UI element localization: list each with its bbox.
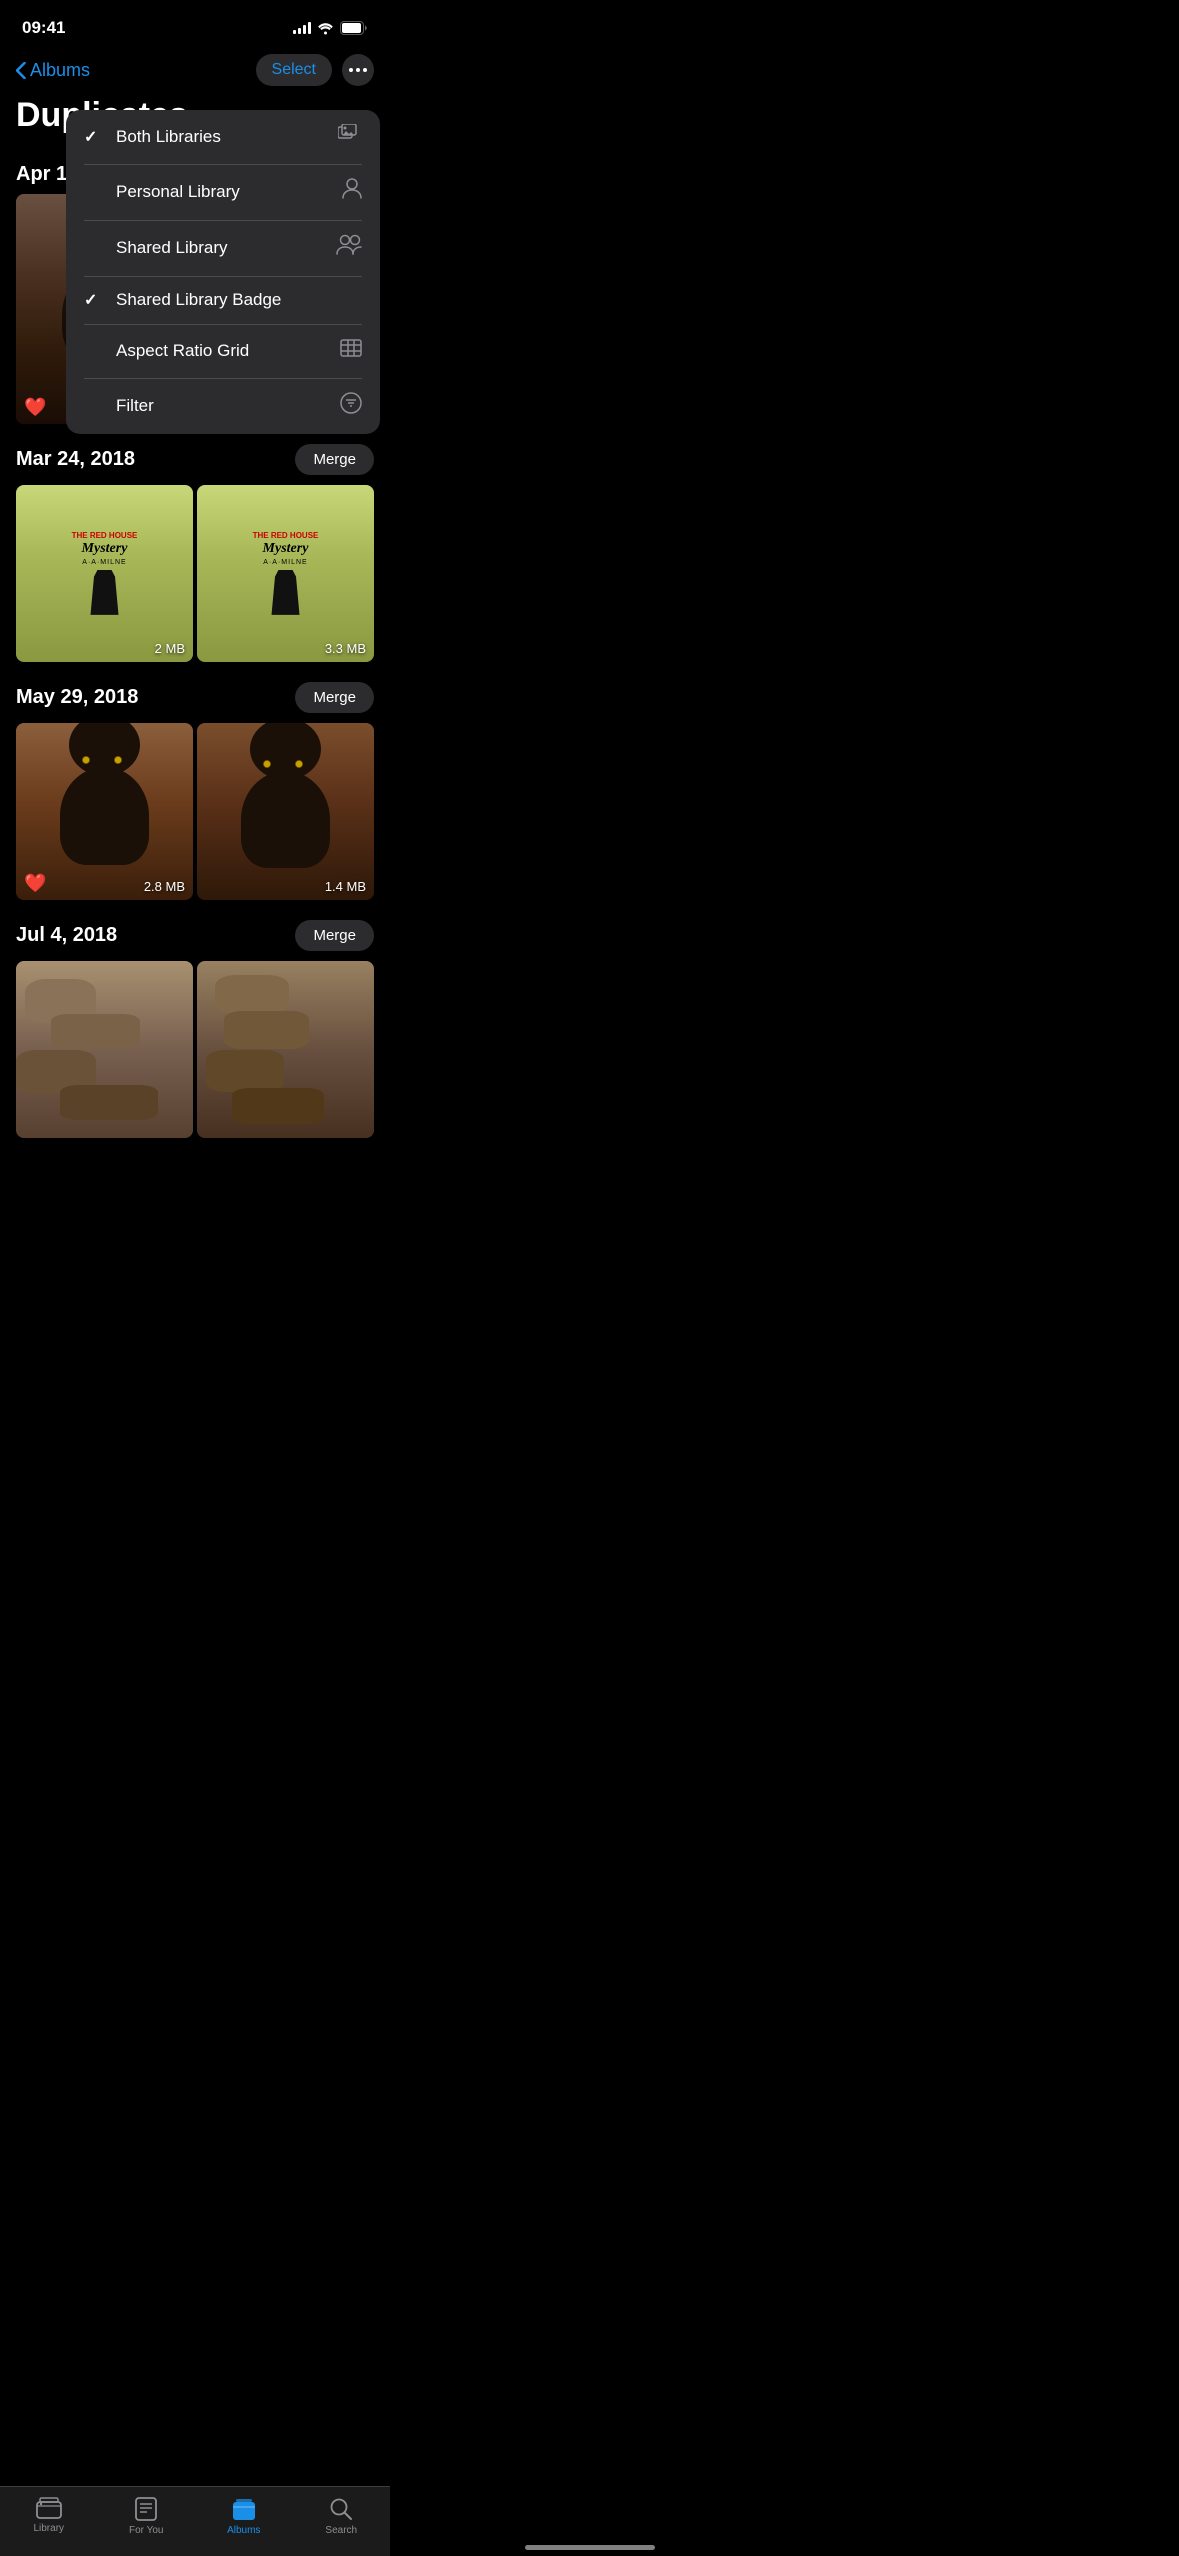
photo-size-cat-2: 1.4 MB bbox=[325, 879, 366, 894]
tab-library-label: Library bbox=[33, 2523, 64, 2534]
bottom-spacer bbox=[0, 1138, 390, 1238]
section-mar-2018: Mar 24, 2018 Merge The Red House Mystery… bbox=[0, 424, 390, 662]
photo-grid-mar-2018: The Red House Mystery A·A·MILNE 2 MB The… bbox=[0, 485, 390, 662]
tab-bar: Library For You Albums Search bbox=[0, 2486, 390, 2556]
merge-button-may-2018[interactable]: Merge bbox=[295, 682, 374, 713]
aspect-ratio-grid-label: Aspect Ratio Grid bbox=[116, 341, 249, 361]
tab-search[interactable]: Search bbox=[311, 2497, 371, 2536]
check-both-libraries: ✓ bbox=[84, 127, 104, 147]
people-icon bbox=[336, 234, 362, 262]
filter-label: Filter bbox=[116, 396, 154, 416]
grid-icon bbox=[340, 338, 362, 364]
back-label: Albums bbox=[30, 60, 90, 81]
heart-icon: ❤️ bbox=[24, 397, 46, 418]
tab-albums[interactable]: Albums bbox=[214, 2497, 274, 2536]
status-icons bbox=[293, 21, 368, 35]
check-shared-library-badge: ✓ bbox=[84, 290, 104, 310]
both-libraries-label: Both Libraries bbox=[116, 127, 221, 147]
dropdown-item-shared-library[interactable]: ✓ Shared Library bbox=[66, 220, 380, 276]
signal-icon bbox=[293, 22, 311, 34]
dropdown-item-both-libraries[interactable]: ✓ Both Libraries bbox=[66, 110, 380, 164]
photo-size-book-1: 2 MB bbox=[155, 641, 185, 656]
more-button[interactable] bbox=[342, 54, 374, 86]
photo-stones-2[interactable] bbox=[197, 961, 374, 1138]
library-icon bbox=[36, 2497, 62, 2519]
photo-size-cat-1: 2.8 MB bbox=[144, 879, 185, 894]
date-may-2018: May 29, 2018 bbox=[16, 686, 138, 709]
battery-icon bbox=[340, 21, 368, 35]
photo-stones-1[interactable] bbox=[16, 961, 193, 1138]
section-may-2018: May 29, 2018 Merge ❤️ 2.8 MB bbox=[0, 662, 390, 900]
home-indicator bbox=[525, 2545, 655, 2550]
photo-book-1[interactable]: The Red House Mystery A·A·MILNE 2 MB bbox=[16, 485, 193, 662]
date-jul-2018: Jul 4, 2018 bbox=[16, 924, 117, 947]
nav-actions: Select bbox=[256, 54, 374, 86]
nav-bar: Albums Select bbox=[0, 50, 390, 94]
albums-icon bbox=[232, 2497, 256, 2521]
tab-library[interactable]: Library bbox=[19, 2497, 79, 2534]
wifi-icon bbox=[317, 22, 334, 35]
dropdown-item-filter[interactable]: ✓ Filter bbox=[66, 378, 380, 434]
tab-search-label: Search bbox=[325, 2525, 357, 2536]
dropdown-item-aspect-ratio-grid[interactable]: ✓ Aspect Ratio Grid bbox=[66, 324, 380, 378]
tab-for-you-label: For You bbox=[129, 2525, 163, 2536]
photo-grid-jul-2018 bbox=[0, 961, 390, 1138]
status-bar: 09:41 bbox=[0, 0, 390, 50]
dropdown-item-personal-library[interactable]: ✓ Personal Library bbox=[66, 164, 380, 220]
photo-size-book-2: 3.3 MB bbox=[325, 641, 366, 656]
filter-icon bbox=[340, 392, 362, 420]
photo-cat-floor-1[interactable]: ❤️ 2.8 MB bbox=[16, 723, 193, 900]
photo-grid-may-2018: ❤️ 2.8 MB 1.4 MB bbox=[0, 723, 390, 900]
search-icon bbox=[329, 2497, 353, 2521]
gallery-icon bbox=[338, 124, 362, 150]
merge-button-jul-2018[interactable]: Merge bbox=[295, 920, 374, 951]
status-time: 09:41 bbox=[22, 18, 65, 38]
tab-for-you[interactable]: For You bbox=[116, 2497, 176, 2536]
personal-library-label: Personal Library bbox=[116, 182, 240, 202]
heart-icon-cat-floor-1: ❤️ bbox=[24, 873, 46, 894]
shared-library-label: Shared Library bbox=[116, 238, 228, 258]
photo-book-2[interactable]: The Red House Mystery A·A·MILNE 3.3 MB bbox=[197, 485, 374, 662]
tab-albums-label: Albums bbox=[227, 2525, 260, 2536]
dropdown-menu: ✓ Both Libraries ✓ Personal Library bbox=[66, 110, 380, 434]
photo-cat-floor-2[interactable]: 1.4 MB bbox=[197, 723, 374, 900]
select-button[interactable]: Select bbox=[256, 54, 332, 86]
section-jul-2018: Jul 4, 2018 Merge bbox=[0, 900, 390, 1138]
for-you-icon bbox=[135, 2497, 157, 2521]
dropdown-item-shared-library-badge[interactable]: ✓ Shared Library Badge bbox=[66, 276, 380, 324]
date-mar-2018: Mar 24, 2018 bbox=[16, 448, 135, 471]
merge-button-mar-2018[interactable]: Merge bbox=[295, 444, 374, 475]
shared-library-badge-label: Shared Library Badge bbox=[116, 290, 281, 310]
back-button[interactable]: Albums bbox=[16, 60, 90, 81]
person-icon bbox=[342, 178, 362, 206]
